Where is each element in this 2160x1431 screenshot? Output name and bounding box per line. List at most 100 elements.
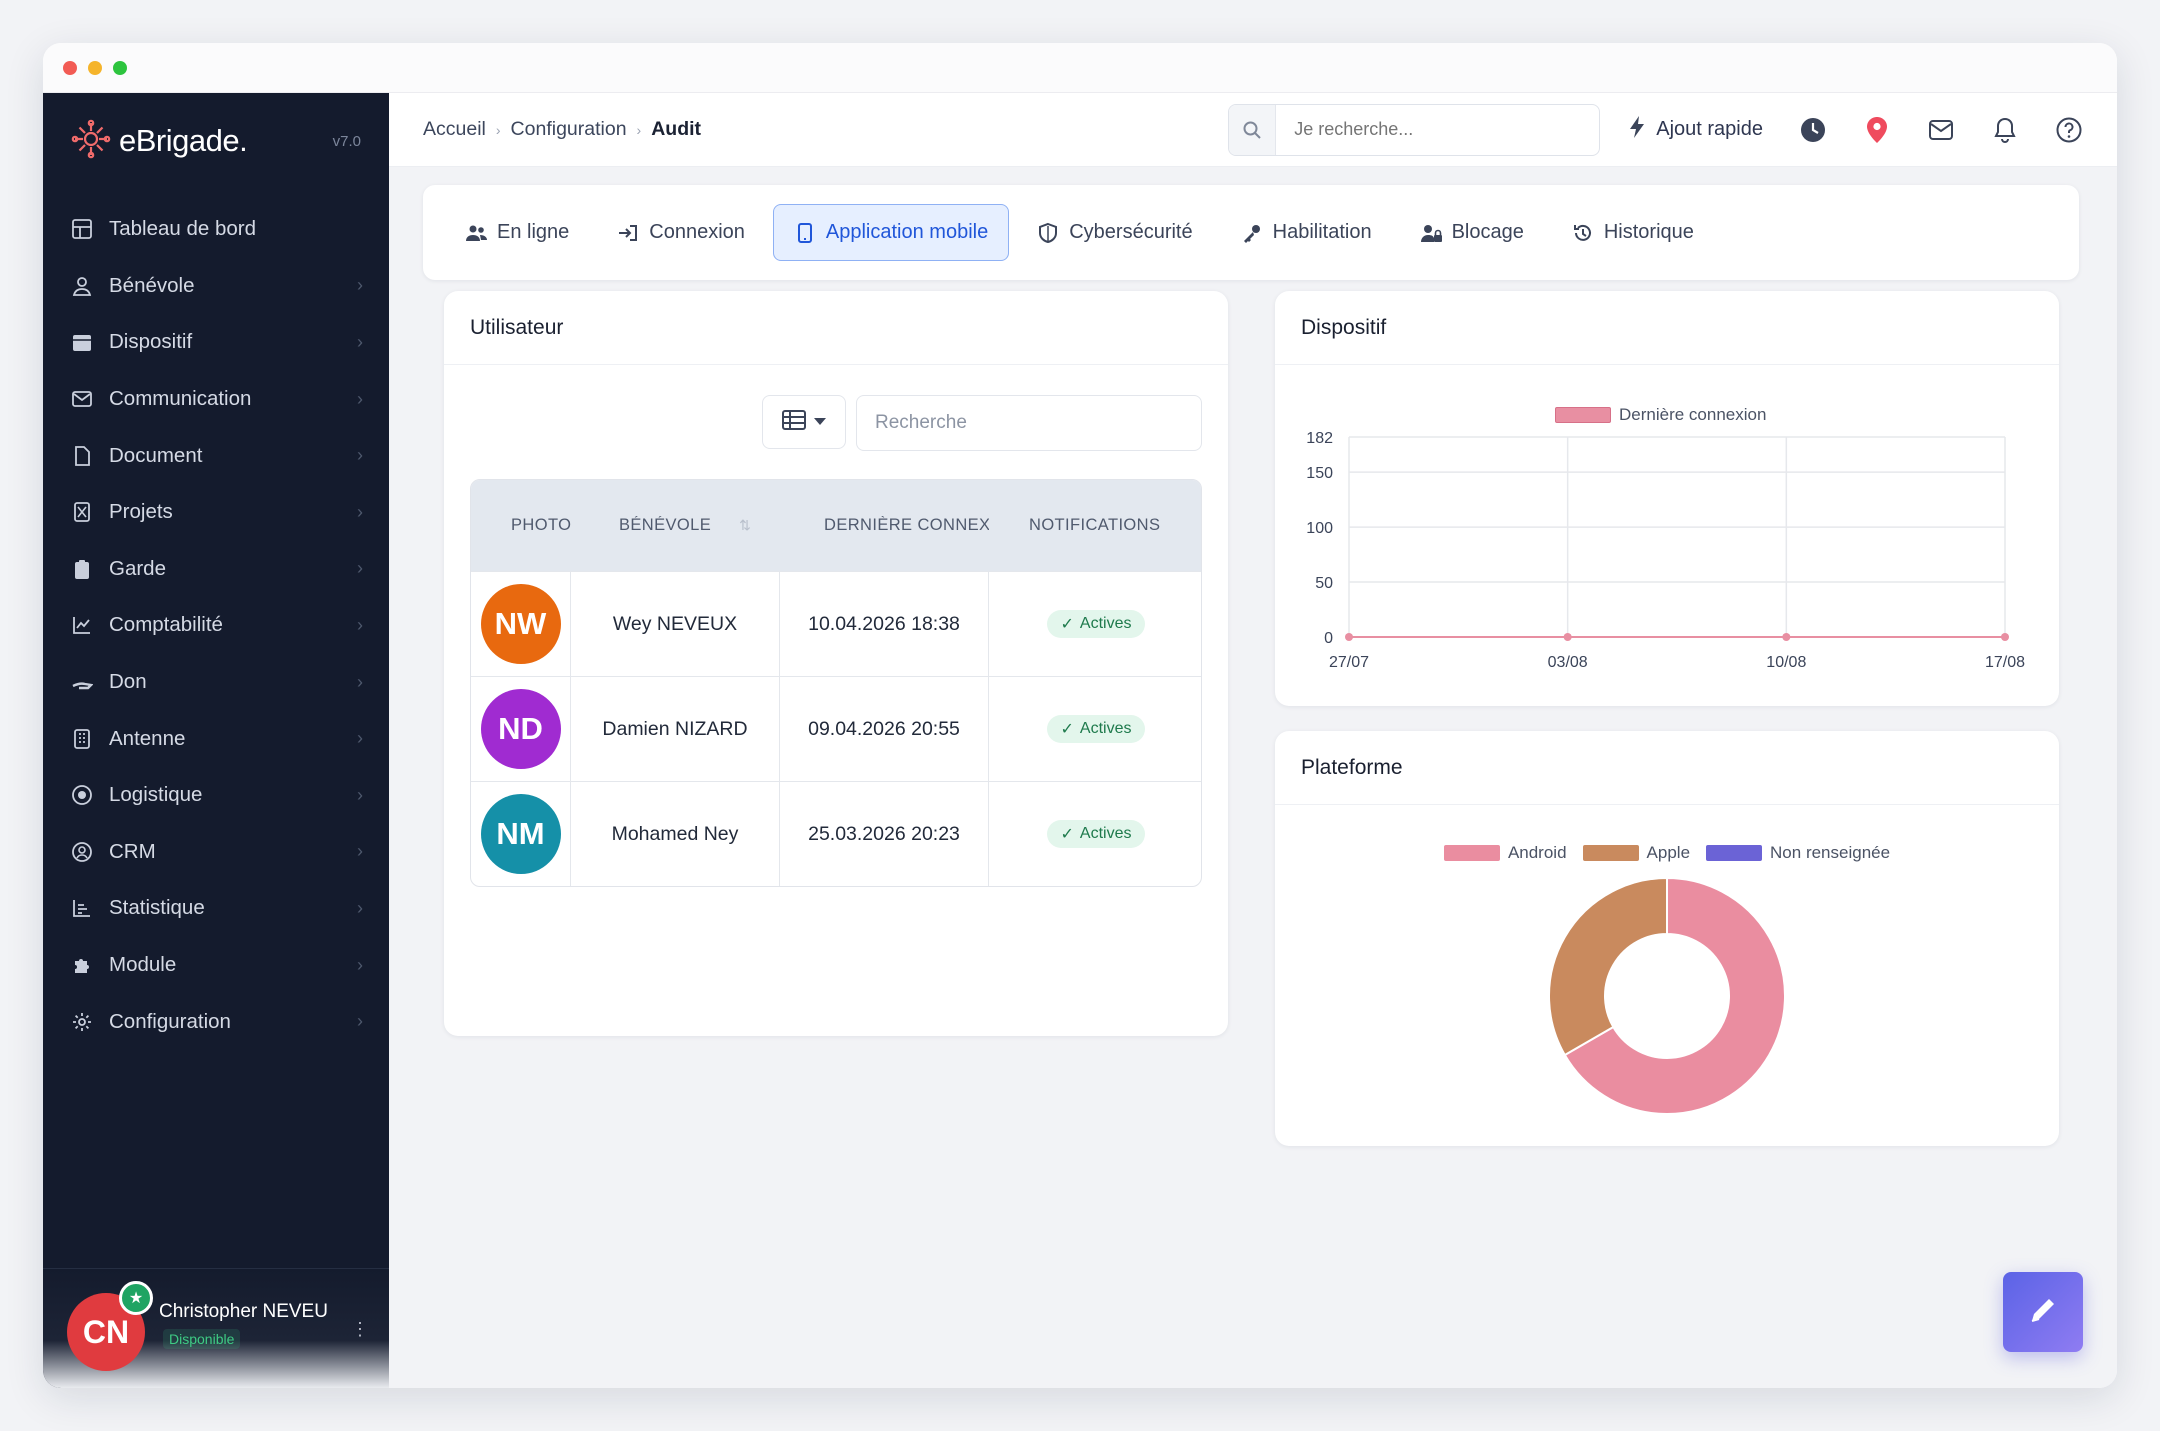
table-search-input[interactable]: Recherche	[856, 395, 1202, 451]
sidebar-item-don[interactable]: Don ›	[43, 654, 389, 711]
bolt-icon	[1628, 115, 1646, 145]
column-benevole[interactable]: BÉNÉVOLE ⇅	[571, 516, 780, 535]
maximize-window-button[interactable]	[113, 60, 127, 75]
chevron-right-icon: ›	[357, 331, 363, 352]
chevron-right-icon: ›	[636, 121, 642, 138]
sort-icon[interactable]: ⇅	[739, 517, 751, 534]
y-tick-label: 182	[1306, 430, 1333, 447]
gear-icon	[71, 1011, 93, 1033]
doughnut-chart	[1548, 876, 1786, 1115]
pie-slice[interactable]	[1548, 876, 1668, 1057]
sidebar-item-crm[interactable]: CRM ›	[43, 824, 389, 881]
quick-add-label: Ajout rapide	[1656, 118, 1763, 140]
envelope-icon[interactable]	[1927, 116, 1955, 144]
clipboard-icon	[71, 558, 93, 580]
user-lock-icon	[1420, 222, 1442, 244]
search-input[interactable]	[1276, 119, 1600, 140]
tab-label: Habilitation	[1272, 221, 1372, 243]
users-table: PHOTO BÉNÉVOLE ⇅ DERNIÈRE CONNEXION NOTIF…	[470, 479, 1202, 887]
sidebar-item-label: Logistique	[109, 783, 203, 807]
chevron-right-icon: ›	[357, 558, 363, 579]
user-profile[interactable]: CN ★ Christopher NEVEU Disponible ⋮	[43, 1268, 389, 1388]
y-tick-label: 100	[1306, 520, 1333, 537]
y-tick-label: 50	[1315, 575, 1333, 592]
location-pin-icon[interactable]	[1863, 116, 1891, 144]
breadcrumb-current: Audit	[651, 118, 702, 140]
column-benevole-label: BÉNÉVOLE	[619, 516, 712, 534]
sidebar-item-document[interactable]: Document ›	[43, 427, 389, 484]
tab-application-mobile[interactable]: Application mobile	[772, 204, 1010, 261]
table-row[interactable]: ND Damien NIZARD 09.04.2026 20:55 ✓ Actives	[471, 676, 1201, 781]
sidebar-item-configuration[interactable]: Configuration ›	[43, 993, 389, 1050]
close-window-button[interactable]	[63, 60, 77, 75]
user-name: Christopher NEVEU	[159, 1301, 328, 1322]
chevron-right-icon: ›	[357, 614, 363, 635]
sidebar-item-antenne[interactable]: Antenne ›	[43, 710, 389, 767]
global-search[interactable]	[1228, 103, 1601, 156]
check-icon: ✓	[1060, 721, 1074, 738]
chevron-right-icon: ›	[357, 784, 363, 805]
sidebar-item-statistique[interactable]: Statistique ›	[43, 880, 389, 937]
sidebar-item-tableau-de-bord[interactable]: Tableau de bord	[43, 201, 389, 258]
column-notifications[interactable]: NOTIFICATIONS	[989, 516, 1201, 535]
mobile-icon	[794, 222, 816, 244]
edit-fab-button[interactable]	[2003, 1272, 2083, 1352]
sidebar-item-label: Module	[109, 953, 177, 977]
sidebar-item-label: Configuration	[109, 1009, 231, 1033]
sidebar-item-comptabilite[interactable]: Comptabilité ›	[43, 597, 389, 654]
chevron-right-icon: ›	[357, 671, 363, 692]
tab-connexion[interactable]: Connexion	[597, 204, 765, 261]
data-point	[1782, 633, 1791, 641]
hand-icon	[71, 671, 93, 693]
tab-blocage[interactable]: Blocage	[1400, 204, 1544, 261]
benevole-cell[interactable]: Damien NIZARD	[571, 677, 780, 781]
tab-label: Blocage	[1451, 221, 1524, 243]
avatar[interactable]: NW	[480, 584, 561, 664]
column-toggle-button[interactable]	[762, 395, 846, 449]
tab-en-ligne[interactable]: En ligne	[445, 204, 589, 261]
sidebar-item-communication[interactable]: Communication ›	[43, 371, 389, 428]
quick-add-button[interactable]: Ajout rapide	[1628, 115, 1763, 145]
tab-historique[interactable]: Historique	[1552, 204, 1714, 261]
user-icon	[71, 275, 93, 297]
sidebar-item-logistique[interactable]: Logistique ›	[43, 767, 389, 824]
tab-label: Application mobile	[825, 221, 989, 243]
users-icon	[465, 222, 487, 244]
sidebar-item-label: Projets	[109, 500, 173, 524]
sidebar-item-label: Document	[109, 443, 203, 467]
help-icon[interactable]	[2055, 116, 2083, 144]
table-row[interactable]: NM Mohamed Ney 25.03.2026 20:23 ✓ Actives	[471, 781, 1201, 886]
status-badge-label: Actives	[1079, 720, 1132, 737]
avatar[interactable]: ND	[480, 689, 561, 769]
table-header: PHOTO BÉNÉVOLE ⇅ DERNIÈRE CONNEXION NOTIF…	[471, 480, 1201, 571]
audit-tabs: En ligne Connexion Application mobile Cyber…	[423, 185, 2079, 280]
sidebar-item-benevole[interactable]: Bénévole ›	[43, 258, 389, 315]
sidebar-item-dispositif[interactable]: Dispositif ›	[43, 314, 389, 371]
more-vertical-icon[interactable]: ⋮	[351, 1319, 369, 1340]
table-row[interactable]: NW Wey NEVEUX 10.04.2026 18:38 ✓ Actives	[471, 571, 1201, 676]
tab-cybersecurite[interactable]: Cybersécurité	[1017, 204, 1212, 261]
benevole-cell[interactable]: Mohamed Ney	[571, 782, 780, 886]
bell-icon[interactable]	[1991, 116, 2019, 144]
target-icon	[71, 784, 93, 806]
breadcrumb-home[interactable]: Accueil	[423, 118, 486, 141]
sidebar-item-module[interactable]: Module ›	[43, 937, 389, 994]
sidebar-item-projets[interactable]: Projets ›	[43, 484, 389, 541]
benevole-cell[interactable]: Wey NEVEUX	[571, 572, 780, 676]
tab-habilitation[interactable]: Habilitation	[1221, 204, 1392, 261]
brand[interactable]: eBrigade. v7.0	[43, 93, 389, 189]
title-bar	[43, 43, 2117, 93]
last-connexion-cell: 25.03.2026 20:23	[780, 782, 989, 886]
minimize-window-button[interactable]	[88, 60, 102, 75]
breadcrumb-configuration[interactable]: Configuration	[511, 118, 627, 141]
contact-icon	[71, 841, 93, 863]
chevron-right-icon: ›	[357, 275, 363, 296]
avatar[interactable]: NM	[480, 794, 561, 874]
column-last-connexion[interactable]: DERNIÈRE CONNEXION	[780, 516, 989, 535]
y-tick-label: 150	[1306, 465, 1333, 482]
clock-icon[interactable]	[1799, 116, 1827, 144]
data-point	[1345, 633, 1353, 641]
sidebar-item-garde[interactable]: Garde ›	[43, 541, 389, 598]
key-icon	[1241, 222, 1263, 244]
sidebar-item-label: Don	[109, 670, 147, 694]
